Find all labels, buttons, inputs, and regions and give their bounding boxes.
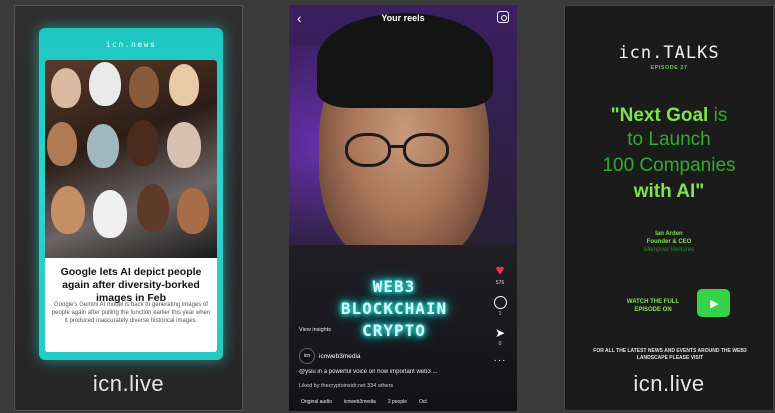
bottom-username[interactable]: icnweb3media xyxy=(344,399,376,405)
news-summary: Google's Gemini AI model is back to gene… xyxy=(51,302,211,324)
icn-talks-logo: icn.TALKS xyxy=(618,43,720,63)
icn-live-logo: icn.live xyxy=(92,371,165,396)
comment-icon[interactable] xyxy=(493,296,507,309)
quote-line-4: with AI" xyxy=(633,181,705,202)
quote-line-3: 100 Companies xyxy=(602,155,736,176)
quote-line-2: to Launch xyxy=(627,129,711,150)
back-arrow-icon[interactable]: ‹ xyxy=(297,10,302,26)
neon-text-line-2: BLOCKCHAIN xyxy=(340,299,448,318)
episode-label: EPISODE 27 xyxy=(650,65,688,71)
share-count: 0 xyxy=(498,341,502,347)
talks-post-panel[interactable]: icn.TALKS EPISODE 27 "Next Goal is to La… xyxy=(564,5,774,411)
view-insights-link[interactable]: View insights xyxy=(299,327,331,333)
speaker-role: Founder & CEO xyxy=(646,239,692,245)
reel-caption[interactable]: @ysiu in a powerful voice on how importa… xyxy=(299,369,489,375)
more-icon[interactable]: ··· xyxy=(489,356,511,366)
icn-live-logo: icn.live xyxy=(633,371,705,396)
glasses-bridge xyxy=(390,145,406,148)
quote-line-1-light: is xyxy=(708,105,728,126)
camera-icon[interactable] xyxy=(497,11,509,23)
speaker-company: Mempool Ventures xyxy=(643,247,695,253)
speaker-name: Ian Arden xyxy=(655,231,683,237)
glasses-left-lens xyxy=(345,133,391,167)
reel-title: Your reels xyxy=(381,13,425,23)
reel-actions: ♥ 576 1 ➤ 0 ··· xyxy=(489,263,511,366)
news-image xyxy=(45,60,217,258)
reel-panel[interactable]: ‹ Your reels WEB3 BLOCKCHAIN CRYPTO ♥ 57… xyxy=(289,5,517,411)
reel-header: ‹ Your reels xyxy=(289,5,517,31)
news-article: Google lets AI depict people again after… xyxy=(45,60,217,352)
news-headline: Google lets AI depict people again after… xyxy=(60,266,202,304)
send-icon[interactable]: ➤ xyxy=(489,327,511,339)
quote-line-1-bold: "Next Goal xyxy=(610,105,709,126)
news-post-panel[interactable]: icn.news Google lets AI depict people ag… xyxy=(14,5,243,411)
quote-line-1: "Next Goal is xyxy=(565,104,773,128)
heart-icon[interactable]: ♥ xyxy=(489,263,511,278)
visit-text: FOR ALL THE LATEST NEWS AND EVENTS AROUN… xyxy=(593,348,747,361)
audio-label[interactable]: Original audio xyxy=(301,399,332,405)
reel-bottom-bar: Original audio icnweb3media 2 people Oct xyxy=(289,393,517,411)
people-tag[interactable]: 2 people xyxy=(388,399,407,405)
like-count: 576 xyxy=(495,280,505,286)
reel-author[interactable]: icn icnweb3media xyxy=(299,348,361,364)
username[interactable]: icnweb3media xyxy=(319,353,361,360)
youtube-button[interactable]: ▶ xyxy=(697,289,730,317)
news-brand: icn.news xyxy=(105,40,157,49)
liked-by[interactable]: Liked by thecryptoinsidr.net 334 others xyxy=(299,383,393,389)
glasses-right-lens xyxy=(403,133,449,167)
neon-text-line-1: WEB3 xyxy=(372,277,416,296)
avatar[interactable]: icn xyxy=(299,348,315,364)
watch-episode-text: WATCH THE FULL EPISODE ON xyxy=(626,299,680,313)
play-icon: ▶ xyxy=(710,297,719,310)
comment-count: 1 xyxy=(498,311,502,317)
news-card: icn.news Google lets AI depict people ag… xyxy=(39,28,223,360)
bottom-extra[interactable]: Oct xyxy=(419,399,427,405)
